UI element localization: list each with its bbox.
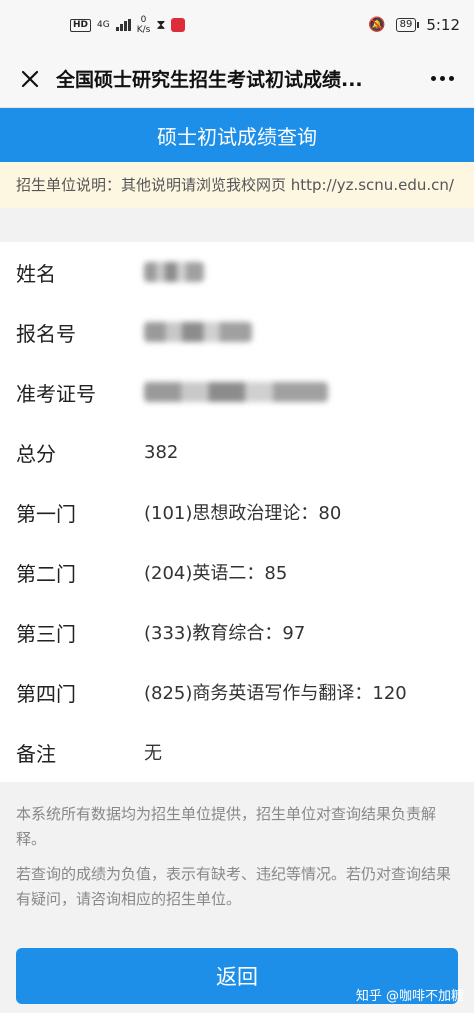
mute-bell-icon: 🔕 [368, 17, 386, 33]
network-speed: 0 K/s [137, 15, 151, 35]
more-icon[interactable] [424, 63, 460, 95]
status-bar: HD 4G 0 K/s ⧗ 🔕 89 5:12 [0, 0, 474, 50]
row-label: 报名号 [16, 321, 76, 346]
row-subject-1: 第一门 (101)思想政治理论：80 [0, 482, 474, 542]
row-subject-3: 第三门 (333)教育综合：97 [0, 602, 474, 662]
row-value: (204)英语二：85 [144, 563, 288, 584]
row-label: 姓名 [16, 261, 56, 286]
row-subject-4: 第四门 (825)商务英语写作与翻译：120 [0, 662, 474, 722]
row-label: 总分 [16, 441, 56, 466]
network-speed-unit: K/s [136, 25, 151, 35]
clock: 5:12 [426, 16, 460, 34]
header-banner: 硕士初试成绩查询 [0, 108, 474, 162]
redacted-registration-number [144, 322, 252, 342]
row-total-score: 总分 382 [0, 422, 474, 482]
network-type: 4G [97, 20, 110, 30]
signal-icon [115, 19, 131, 31]
spacer [0, 208, 474, 242]
row-subject-2: 第二门 (204)英语二：85 [0, 542, 474, 602]
nav-bar: 全国硕士研究生招生考试初试成绩... [0, 50, 474, 108]
row-name: 姓名 [0, 242, 474, 302]
row-label: 第三门 [16, 621, 76, 646]
status-right: 🔕 89 5:12 [368, 16, 460, 34]
row-label: 第四门 [16, 681, 76, 706]
hd-badge: HD [70, 18, 92, 32]
status-indicators: HD 4G 0 K/s ⧗ [70, 15, 186, 35]
battery-icon: 89 [395, 18, 420, 32]
row-value: (101)思想政治理论：80 [144, 503, 342, 524]
row-label: 准考证号 [16, 381, 96, 406]
network-speed-value: 0 [140, 15, 147, 25]
watermark: 知乎 @咖啡不加糖 [356, 985, 464, 1004]
redacted-name [144, 262, 204, 282]
page-title: 全国硕士研究生招生考试初试成绩... [56, 69, 363, 91]
footnote: 本系统所有数据均为招生单位提供，招生单位对查询结果负责解释。 若查询的成绩为负值… [0, 782, 474, 932]
row-label: 第二门 [16, 561, 76, 586]
header-title: 硕士初试成绩查询 [157, 124, 317, 149]
row-value: 无 [144, 743, 162, 764]
redacted-admission-ticket [144, 382, 328, 402]
hourglass-icon: ⧗ [156, 17, 166, 33]
row-admission-ticket: 准考证号 [0, 362, 474, 422]
close-icon[interactable] [14, 63, 46, 95]
row-label: 备注 [16, 741, 56, 766]
row-remarks: 备注 无 [0, 722, 474, 782]
row-registration-number: 报名号 [0, 302, 474, 362]
score-info-card: 姓名 报名号 准考证号 总分 382 第一门 (101)思想政治理论：80 第二… [0, 242, 474, 782]
footnote-line-2: 若查询的成绩为负值，表示有缺考、违纪等情况。若仍对查询结果有疑问，请咨询相应的招… [16, 865, 452, 908]
row-label: 第一门 [16, 501, 76, 526]
app-notification-icon [171, 18, 186, 32]
notice-text: 招生单位说明：其他说明请浏览我校网页 http://yz.scnu.edu.cn… [16, 176, 454, 194]
row-value: (333)教育综合：97 [144, 623, 306, 644]
row-value: (825)商务英语写作与翻译：120 [144, 683, 407, 704]
watermark-text: 知乎 @咖啡不加糖 [355, 989, 464, 1004]
notice-box: 招生单位说明：其他说明请浏览我校网页 http://yz.scnu.edu.cn… [0, 162, 474, 208]
row-value: 382 [144, 441, 179, 463]
footnote-line-1: 本系统所有数据均为招生单位提供，招生单位对查询结果负责解释。 [16, 805, 437, 848]
